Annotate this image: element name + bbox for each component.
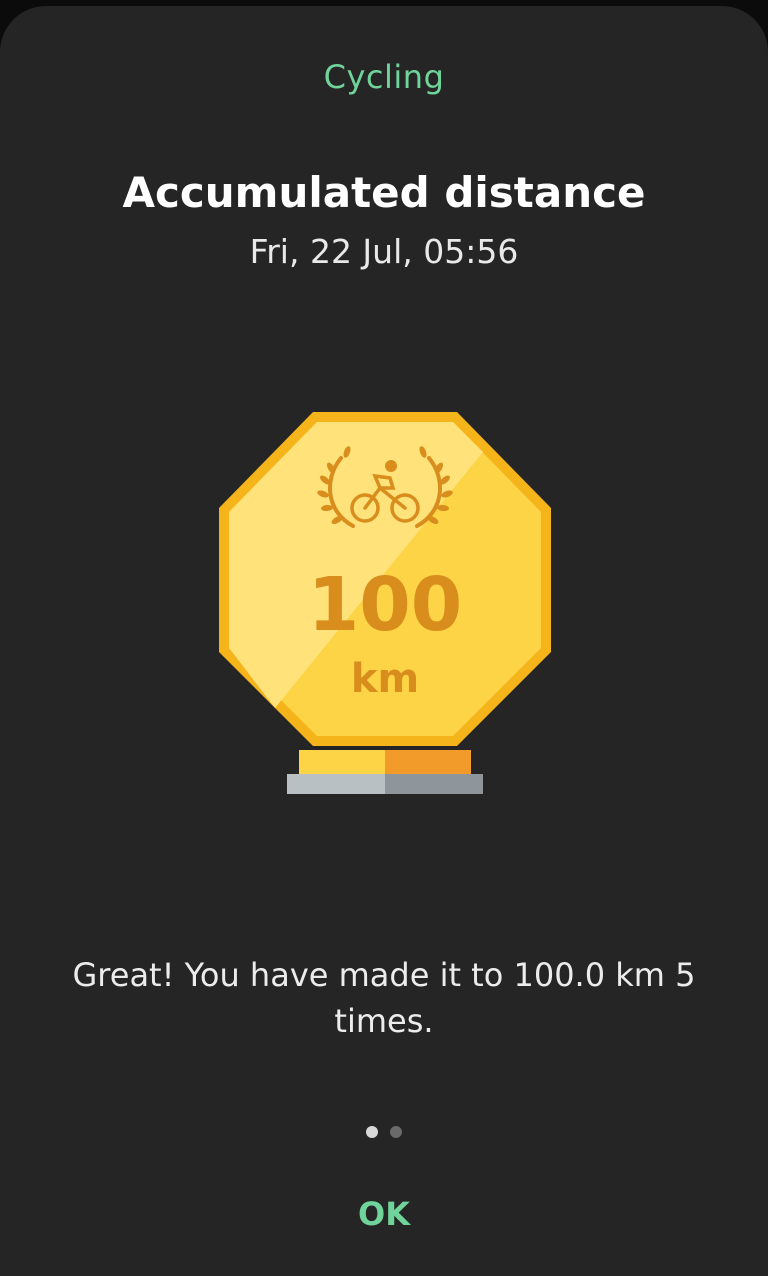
- badge-stand-top-right: [385, 750, 471, 776]
- achievement-datetime: Fri, 22 Jul, 05:56: [249, 232, 519, 271]
- page-dot-2[interactable]: [390, 1126, 402, 1138]
- category-label: Cycling: [323, 58, 445, 96]
- distance-badge: 100 km: [215, 408, 555, 796]
- badge-stand-bottom-right: [385, 774, 483, 794]
- page-indicator: [0, 1126, 768, 1140]
- badge-unit: km: [351, 656, 419, 702]
- achievement-message: Great! You have made it to 100.0 km 5 ti…: [72, 956, 696, 1040]
- achievement-title: Accumulated distance: [122, 168, 646, 217]
- badge-stand-top-left: [299, 750, 385, 776]
- ok-button[interactable]: OK: [284, 1184, 484, 1244]
- badge-value: 100: [308, 562, 462, 648]
- cyclist-head: [385, 460, 397, 472]
- badge-stand-bottom-left: [287, 774, 385, 794]
- page-dot-1[interactable]: [366, 1126, 378, 1138]
- screen: Cycling Accumulated distance Fri, 22 Jul…: [0, 0, 768, 1276]
